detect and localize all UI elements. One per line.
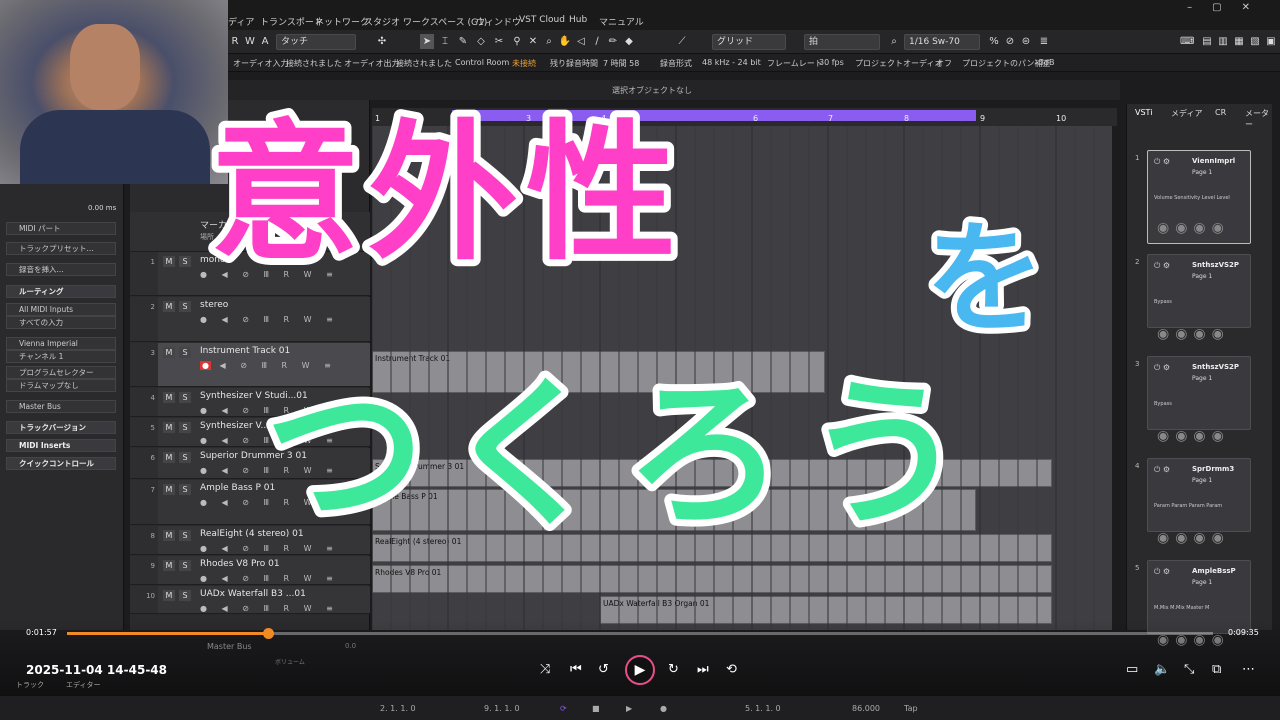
shuffle-icon[interactable]: ⤨ [540, 662, 550, 677]
lower-zone-tab-track[interactable]: トラック [16, 680, 44, 690]
forward-30-icon[interactable]: ↻ [668, 662, 679, 677]
play-button[interactable]: ▶ [625, 655, 655, 685]
repeat-off-icon[interactable]: ⟲ [726, 662, 737, 677]
more-icon[interactable]: ⋯ [1242, 662, 1255, 677]
shrink-icon[interactable]: ⤡ [1184, 662, 1194, 677]
tempo-display[interactable]: 86.000 [852, 704, 880, 713]
previous-icon[interactable]: ⏮ [570, 662, 582, 677]
master-bus-db: 0.0 [345, 642, 357, 650]
title-overlay: 意外性 を つくろう [203, 100, 1051, 555]
record-icon[interactable]: ● [660, 704, 667, 713]
video-timestamp: 2025-11-04 14-45-48 [26, 663, 167, 677]
lower-zone-tab-editor[interactable]: エディター [66, 680, 101, 690]
transport-bar: 2. 1. 1. 0 9. 1. 1. 0 ⟳ ■ ▶ ● 5. 1. 1. 0… [0, 696, 1280, 720]
cycle-icon[interactable]: ⟳ [560, 704, 567, 713]
video-seek-progress [67, 632, 268, 635]
rewind-10-icon[interactable]: ↺ [598, 662, 609, 677]
transport-play-icon[interactable]: ▶ [626, 704, 632, 713]
left-locator[interactable]: 2. 1. 1. 0 [380, 704, 416, 713]
video-total-time: 0:09:35 [1228, 628, 1259, 637]
primary-time-display[interactable]: 5. 1. 1. 0 [745, 704, 781, 713]
next-icon[interactable]: ⏭ [697, 662, 709, 677]
master-bus-volume-label: ボリューム [275, 659, 305, 666]
pip-icon[interactable]: ⧉ [1212, 662, 1221, 677]
volume-icon[interactable]: 🔈 [1154, 662, 1170, 677]
right-locator[interactable]: 9. 1. 1. 0 [484, 704, 520, 713]
video-seek-bar[interactable] [67, 628, 1213, 639]
cubase-window: { "menu":["ディア","トランスポート","ネットワーク","スタジオ… [0, 0, 1280, 720]
master-bus-name: Master Bus [207, 642, 252, 651]
stop-icon[interactable]: ■ [592, 704, 600, 713]
subtitles-icon[interactable]: ▭ [1126, 662, 1138, 677]
title-line-3: つくろう [265, 361, 985, 548]
video-seek-handle[interactable] [262, 628, 274, 639]
title-line-2: を [925, 210, 1045, 349]
tap-tempo[interactable]: Tap [904, 704, 918, 713]
title-line-1: 意外性 [210, 107, 684, 281]
video-current-time: 0:01:57 [26, 628, 57, 637]
